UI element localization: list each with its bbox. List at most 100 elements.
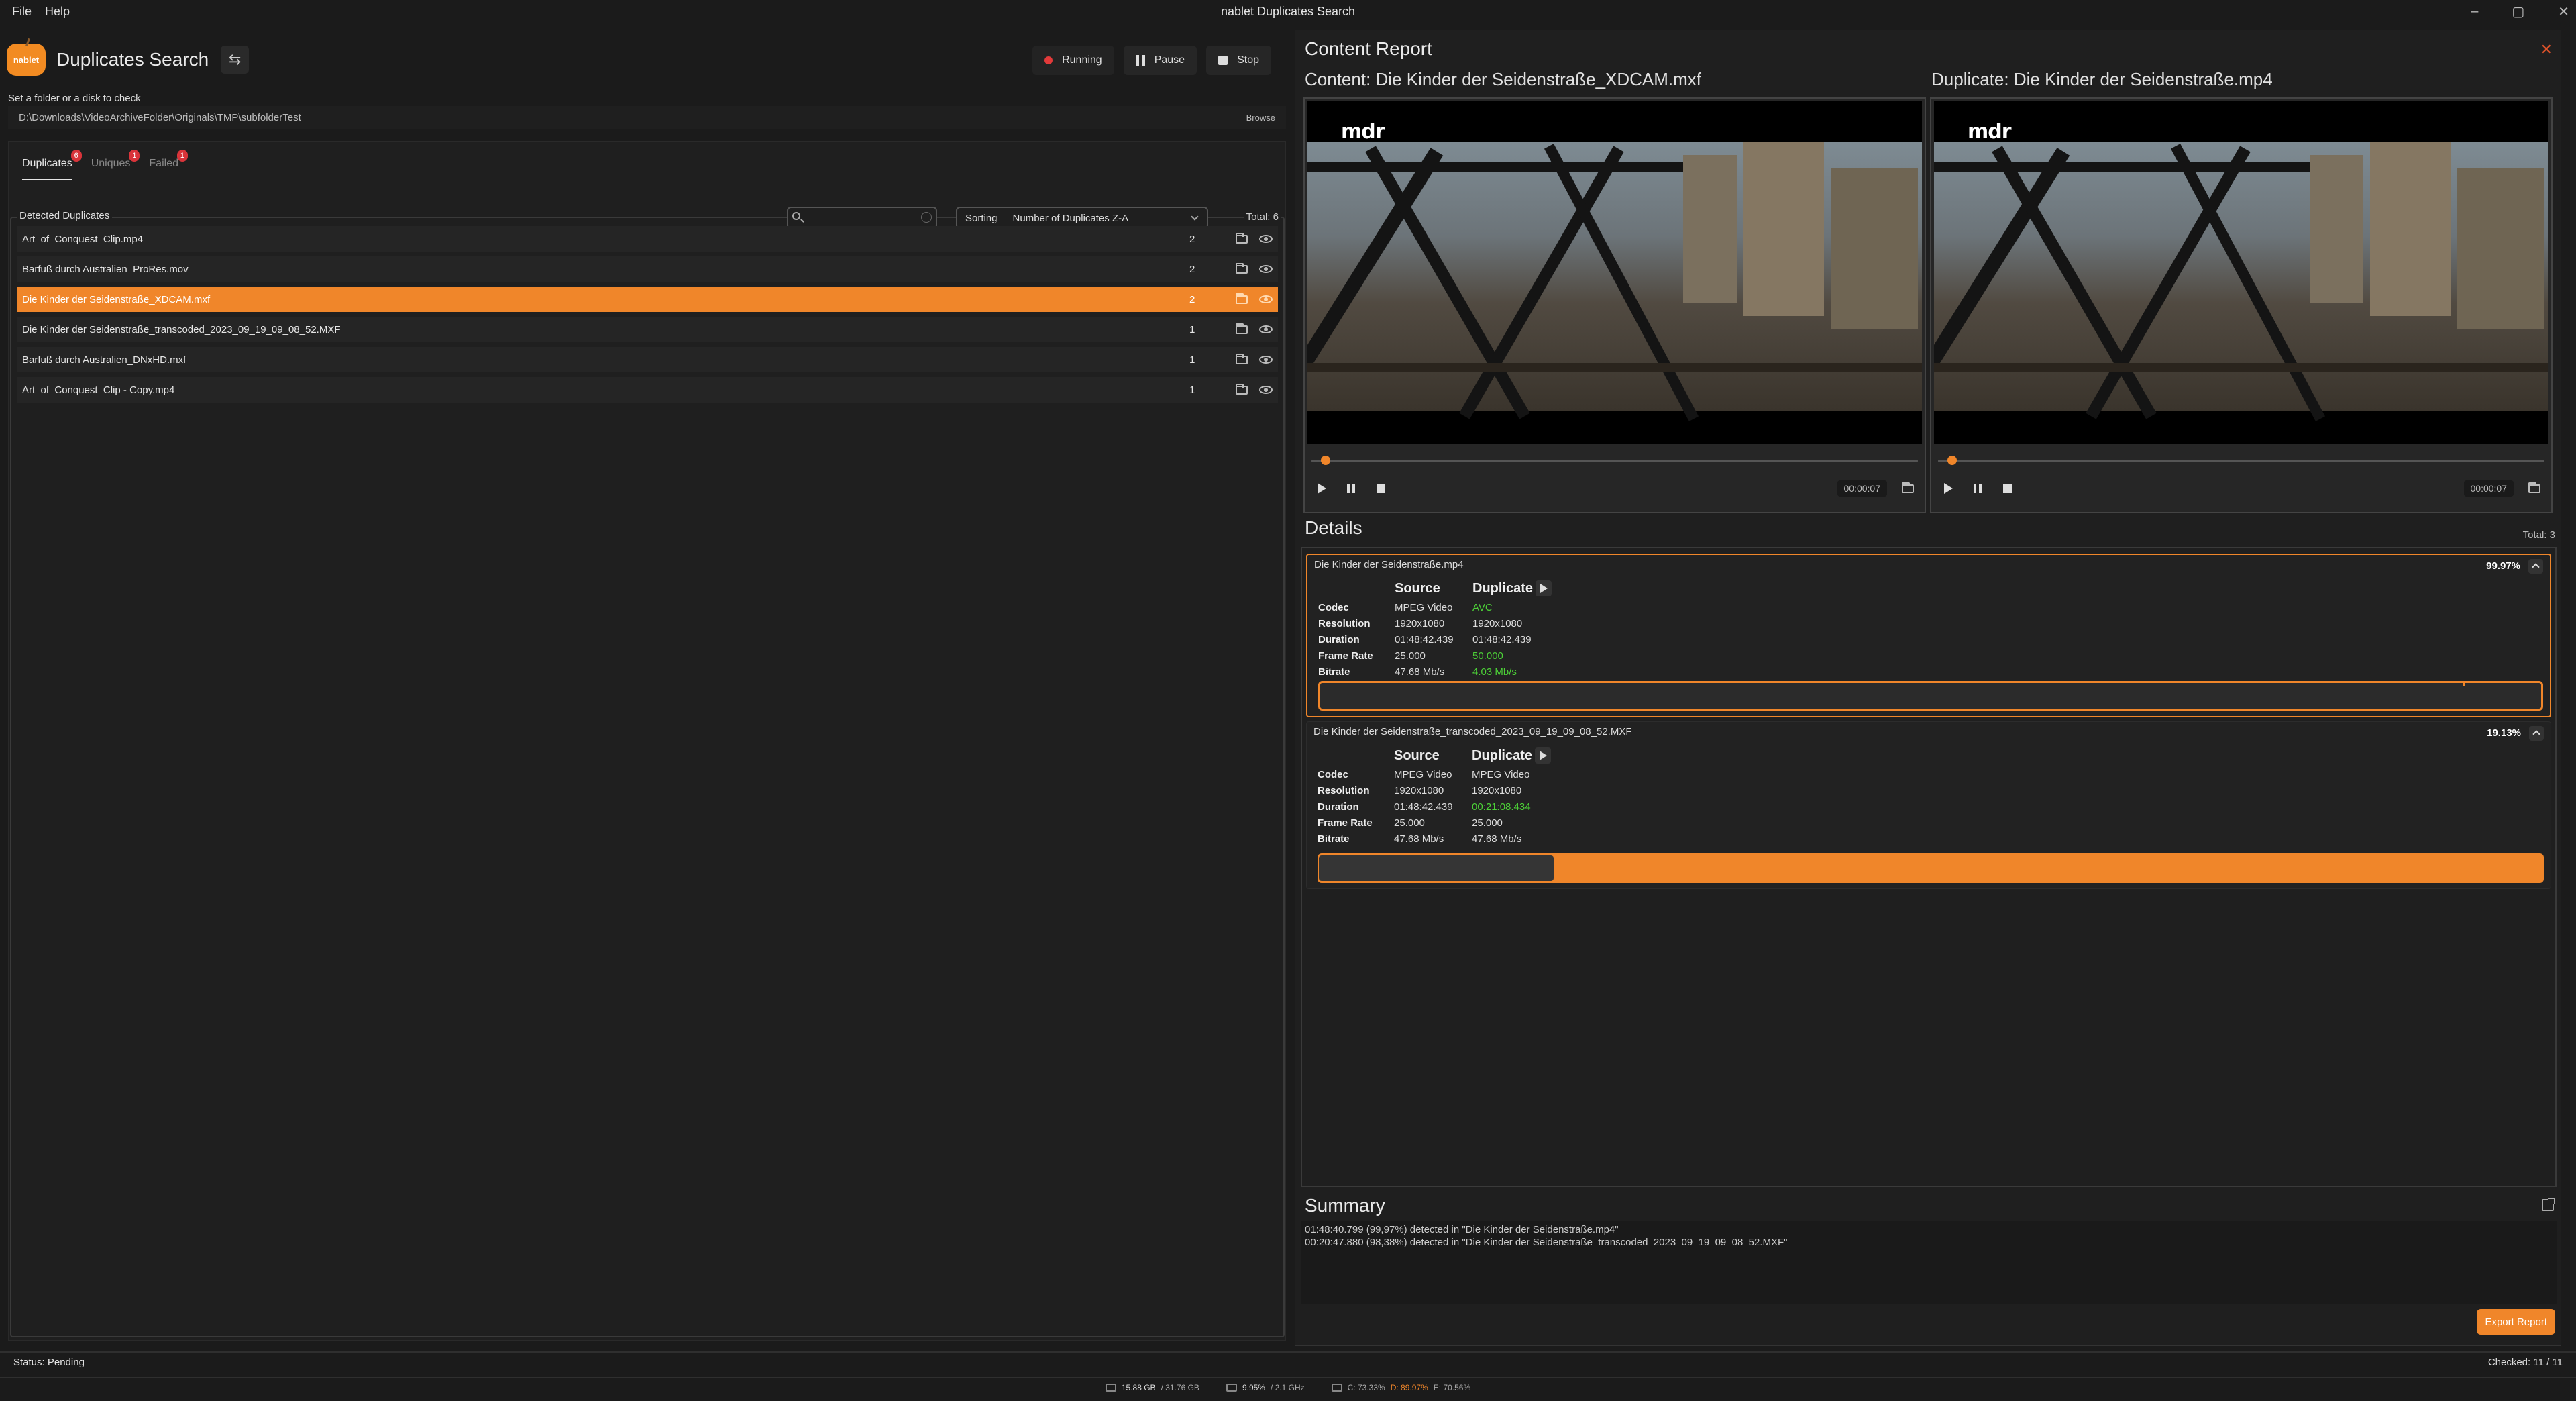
duplicate-value: 4.03 Mb/s bbox=[1472, 666, 1517, 678]
duplicate-value: 00:21:08.434 bbox=[1472, 800, 1531, 813]
details-heading: Details bbox=[1305, 517, 1362, 538]
pause-button[interactable]: Pause bbox=[1123, 46, 1197, 75]
stop-button[interactable] bbox=[1998, 480, 2016, 497]
close-report-icon[interactable]: ✕ bbox=[2540, 41, 2553, 58]
count-badge: 1 bbox=[129, 150, 140, 162]
source-value: 01:48:42.439 bbox=[1394, 800, 1453, 813]
file-name: Art_of_Conquest_Clip.mp4 bbox=[22, 233, 144, 245]
list-item-selected[interactable]: Die Kinder der Seidenstraße_XDCAM.mxf 2 bbox=[17, 287, 1278, 312]
status-text: Status: Pending bbox=[13, 1356, 85, 1368]
tab-label: Failed bbox=[149, 158, 178, 169]
menu-bar: File Help bbox=[0, 5, 70, 19]
clear-search-icon[interactable] bbox=[921, 212, 932, 223]
window-title: nablet Duplicates Search bbox=[1220, 4, 1356, 18]
collapse-button[interactable] bbox=[2529, 726, 2544, 741]
detail-card[interactable]: Die Kinder der Seidenstraße.mp4 99.97% S… bbox=[1306, 554, 2551, 717]
file-name: Die Kinder der Seidenstraße_XDCAM.mxf bbox=[22, 293, 211, 305]
source-value: MPEG Video bbox=[1394, 768, 1452, 780]
list-item[interactable]: Barfuß durch Australien_ProRes.mov 2 bbox=[17, 256, 1278, 282]
open-folder-button[interactable] bbox=[1230, 353, 1254, 364]
list-item[interactable]: Barfuß durch Australien_DNxHD.mxf 1 bbox=[17, 347, 1278, 372]
open-folder-button[interactable] bbox=[1230, 323, 1254, 334]
folder-icon bbox=[1236, 323, 1248, 334]
open-folder-button[interactable] bbox=[1230, 262, 1254, 274]
running-indicator: Running bbox=[1032, 46, 1114, 75]
duplicate-count: 2 bbox=[1189, 263, 1195, 275]
play-button[interactable] bbox=[1313, 480, 1330, 497]
list-item[interactable]: Art_of_Conquest_Clip - Copy.mp4 1 bbox=[17, 377, 1278, 403]
close-window-icon[interactable]: ✕ bbox=[2558, 3, 2569, 20]
eye-icon bbox=[1259, 325, 1273, 333]
export-report-button[interactable]: Export Report bbox=[2477, 1309, 2555, 1335]
pause-label: Pause bbox=[1154, 54, 1185, 66]
preview-button[interactable] bbox=[1254, 295, 1278, 303]
open-folder-button[interactable] bbox=[1230, 293, 1254, 304]
row-key: Resolution bbox=[1318, 784, 1370, 796]
list-total: Total: 6 bbox=[1244, 211, 1281, 223]
window-controls: – ▢ ✕ bbox=[2471, 0, 2569, 23]
play-duplicate-button[interactable] bbox=[1536, 580, 1552, 596]
minimize-icon[interactable]: – bbox=[2471, 4, 2478, 19]
play-button[interactable] bbox=[1939, 480, 1957, 497]
preview-button[interactable] bbox=[1254, 265, 1278, 273]
list-item[interactable]: Die Kinder der Seidenstraße_transcoded_2… bbox=[17, 317, 1278, 342]
duplicate-value: MPEG Video bbox=[1472, 768, 1530, 780]
preview-button[interactable] bbox=[1254, 386, 1278, 394]
source-value: 1920x1080 bbox=[1394, 784, 1444, 796]
folder-icon bbox=[1236, 353, 1248, 364]
open-external-icon[interactable] bbox=[2542, 1198, 2555, 1211]
collapse-button[interactable] bbox=[2528, 559, 2543, 574]
preview-button[interactable] bbox=[1254, 325, 1278, 333]
source-value: 25.000 bbox=[1395, 650, 1426, 662]
duplicate-value: 25.000 bbox=[1472, 817, 1503, 829]
stop-button[interactable]: Stop bbox=[1206, 46, 1271, 75]
pause-button[interactable] bbox=[1969, 480, 1986, 497]
list-item[interactable]: Art_of_Conquest_Clip.mp4 2 bbox=[17, 226, 1278, 252]
row-key: Resolution bbox=[1318, 617, 1371, 629]
play-icon bbox=[1540, 584, 1548, 593]
disk-icon bbox=[1331, 1384, 1342, 1392]
match-timeline[interactable] bbox=[1318, 681, 2543, 711]
tab-failed[interactable]: Failed 1 bbox=[149, 148, 188, 180]
stop-icon bbox=[1218, 56, 1228, 65]
maximize-icon[interactable]: ▢ bbox=[2512, 3, 2524, 20]
duplicate-seek-bar[interactable] bbox=[1938, 456, 2544, 465]
seek-knob[interactable] bbox=[1947, 456, 1957, 465]
duplicate-value: 1920x1080 bbox=[1472, 617, 1523, 629]
open-folder-button[interactable] bbox=[2526, 480, 2543, 497]
content-seek-bar[interactable] bbox=[1311, 456, 1918, 465]
detail-card[interactable]: Die Kinder der Seidenstraße_transcoded_2… bbox=[1306, 721, 2551, 889]
table-row: Duration 01:48:42.439 00:21:08.434 bbox=[1318, 798, 1551, 815]
tab-uniques[interactable]: Uniques 1 bbox=[91, 148, 140, 180]
open-folder-button[interactable] bbox=[1230, 232, 1254, 244]
preview-button[interactable] bbox=[1254, 356, 1278, 364]
play-duplicate-button[interactable] bbox=[1535, 747, 1552, 764]
content-report-panel: Content Report ✕ Content: Die Kinder der… bbox=[1295, 30, 2561, 1346]
open-folder-button[interactable] bbox=[1899, 480, 1917, 497]
settings-sliders-button[interactable]: ⇆ bbox=[221, 46, 250, 74]
pause-icon bbox=[1347, 484, 1355, 493]
pause-button[interactable] bbox=[1342, 480, 1360, 497]
table-row: Codec MPEG Video MPEG Video bbox=[1318, 766, 1551, 782]
list-legend: Detected Duplicates bbox=[17, 210, 113, 221]
table-row: Bitrate 47.68 Mb/s 47.68 Mb/s bbox=[1318, 831, 1551, 847]
browse-button[interactable]: Browse bbox=[1246, 113, 1275, 123]
match-timeline[interactable] bbox=[1318, 853, 2544, 883]
cpu-icon bbox=[1226, 1384, 1237, 1392]
file-name: Die Kinder der Seidenstraße_transcoded_2… bbox=[22, 323, 341, 335]
duplicate-value: 1920x1080 bbox=[1472, 784, 1522, 796]
tab-duplicates[interactable]: Duplicates 6 bbox=[22, 148, 82, 180]
sorting-value: Number of Duplicates Z-A bbox=[1012, 212, 1129, 224]
seek-knob[interactable] bbox=[1321, 456, 1330, 465]
video-frame: mdr bbox=[1307, 101, 1922, 444]
preview-button[interactable] bbox=[1254, 235, 1278, 243]
open-folder-button[interactable] bbox=[1230, 383, 1254, 395]
folder-icon bbox=[2528, 482, 2540, 493]
stop-button[interactable] bbox=[1372, 480, 1389, 497]
menu-help[interactable]: Help bbox=[45, 5, 70, 19]
menu-file[interactable]: File bbox=[12, 5, 32, 19]
match-percent: 99.97% bbox=[2486, 560, 2520, 572]
path-field[interactable]: D:\Downloads\VideoArchiveFolder\Original… bbox=[8, 106, 1286, 129]
running-dot-icon bbox=[1044, 56, 1053, 64]
content-player-controls: 00:00:07 bbox=[1313, 480, 1917, 497]
